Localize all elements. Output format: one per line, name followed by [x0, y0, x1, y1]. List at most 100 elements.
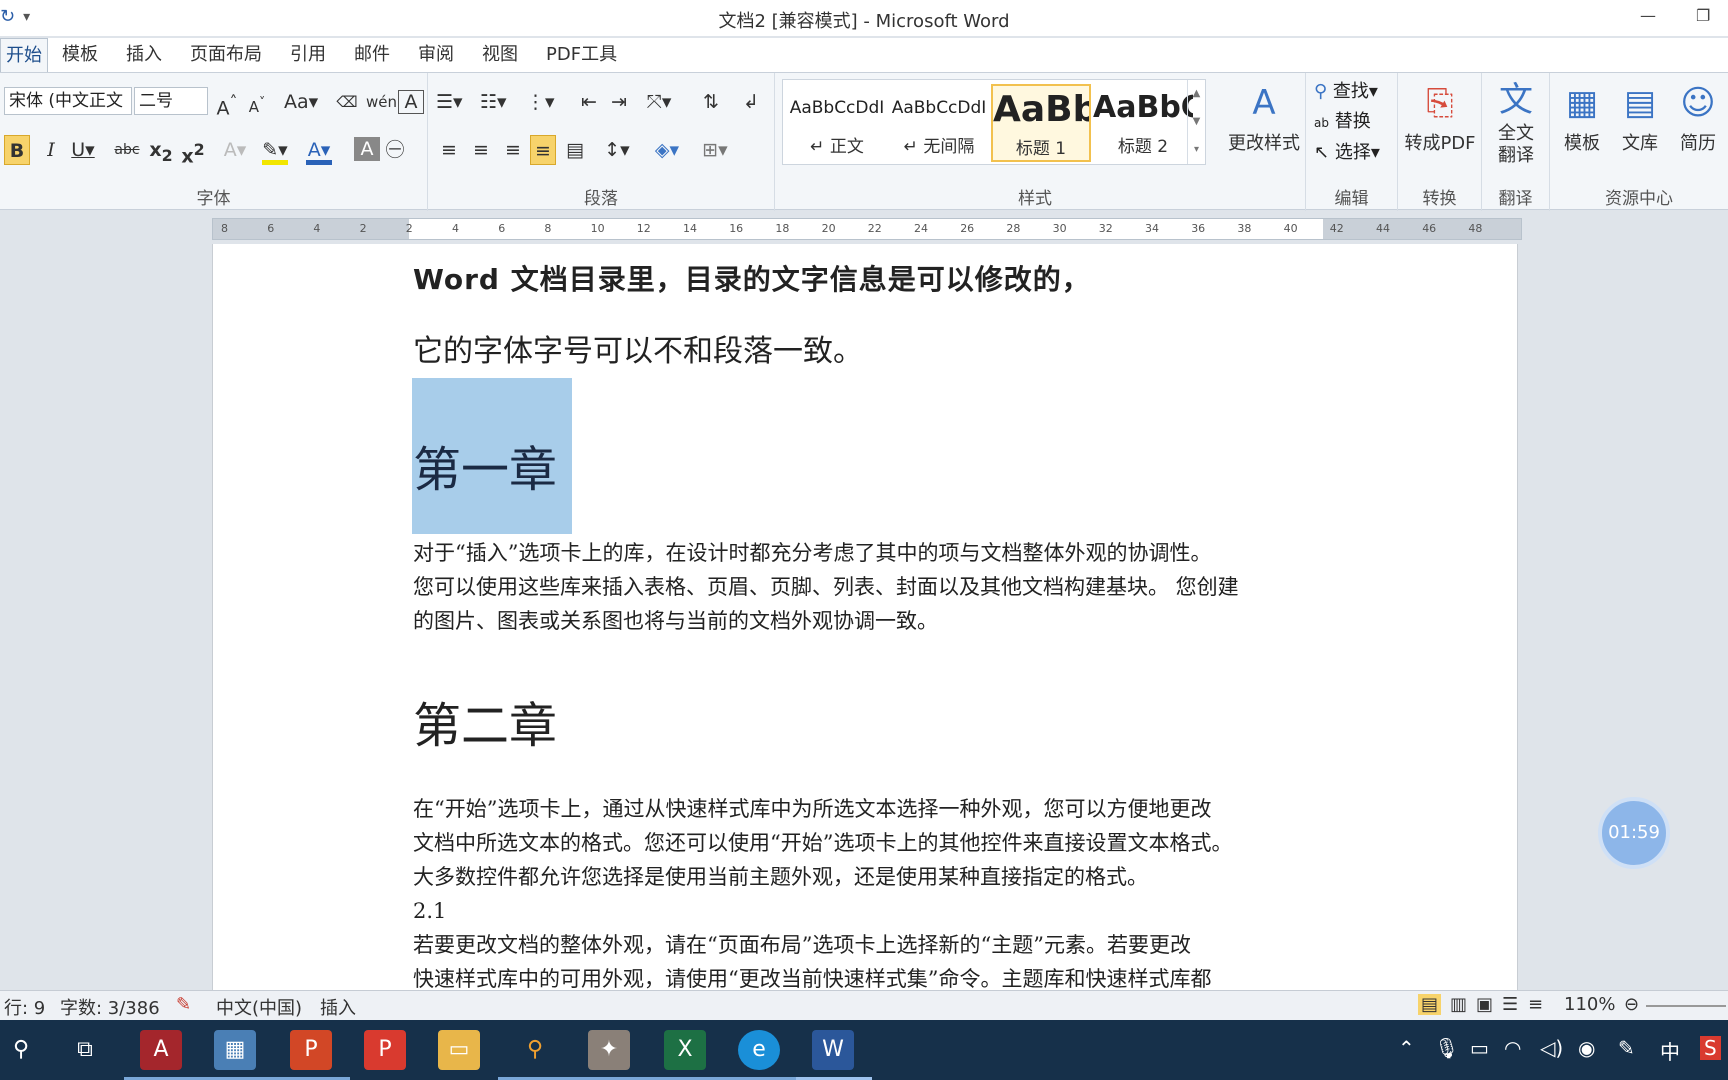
status-insert-mode[interactable]: 插入	[320, 994, 356, 1020]
timer-badge[interactable]: 01:59	[1598, 797, 1670, 869]
zoom-out-icon[interactable]: ⊖	[1624, 994, 1639, 1015]
tab-view[interactable]: 视图	[468, 38, 532, 72]
task-view-icon[interactable]: ⧉	[64, 1030, 106, 1070]
align-left-icon[interactable]: ≡	[436, 135, 462, 165]
translate-button[interactable]: 文 全文 翻译	[1486, 77, 1546, 167]
line-spacing-icon[interactable]: ↕▾	[604, 135, 630, 165]
file-explorer-icon[interactable]: ▭	[438, 1030, 480, 1070]
access-app-icon[interactable]: A	[140, 1030, 182, 1070]
tab-references[interactable]: 引用	[276, 38, 340, 72]
justify-icon[interactable]: ≡	[530, 135, 556, 165]
clear-format-icon[interactable]: ⌫	[334, 87, 360, 117]
style-normal[interactable]: AaBbCcDdI ↵ 正文	[787, 84, 887, 162]
font-name-select[interactable]: 宋体 (中文正文	[4, 87, 132, 115]
zoom-slider[interactable]	[1646, 1005, 1726, 1007]
tab-review[interactable]: 审阅	[404, 38, 468, 72]
library-button[interactable]: ▤ 文库	[1614, 77, 1666, 155]
volume-icon[interactable]: ◁)	[1540, 1036, 1563, 1060]
style-no-spacing[interactable]: AaBbCcDdI ↵ 无间隔	[889, 84, 989, 162]
powerpoint-app-icon[interactable]: P	[290, 1030, 332, 1070]
grow-font-icon[interactable]: A˄	[214, 87, 240, 119]
distributed-icon[interactable]: ▤	[562, 135, 588, 165]
chinese-layout-icon[interactable]: ⤧▾	[646, 87, 672, 117]
align-center-icon[interactable]: ≡	[468, 135, 494, 165]
shrink-font-icon[interactable]: A˅	[244, 87, 270, 117]
tab-insert[interactable]: 插入	[112, 38, 176, 72]
draft-icon[interactable]: ≡	[1528, 994, 1543, 1015]
minimize-button[interactable]: —	[1640, 6, 1656, 25]
edge-browser-icon[interactable]: e	[738, 1030, 780, 1070]
battery-icon[interactable]: ▭	[1470, 1036, 1489, 1060]
char-shading-icon[interactable]: A	[354, 137, 380, 161]
change-case-icon[interactable]: Aa▾	[284, 87, 318, 117]
show-marks-icon[interactable]: ↲	[738, 87, 764, 117]
increase-indent-icon[interactable]: ⇥	[606, 87, 632, 117]
sort-icon[interactable]: ⇅	[698, 87, 724, 117]
bold-icon[interactable]: B	[4, 135, 30, 165]
reading-layout-icon[interactable]: ▥	[1450, 994, 1467, 1015]
font-color-icon[interactable]: A▾	[306, 135, 332, 165]
multilevel-list-icon[interactable]: ⋮▾	[526, 87, 555, 117]
gallery-scroll[interactable]: ▲ ▼ ▾	[1187, 80, 1205, 164]
doc-line-1: Word 文档目录里，目录的文字信息是可以修改的，	[413, 263, 1091, 296]
strikethrough-icon[interactable]: abc	[114, 135, 140, 165]
replace-button[interactable]: ab 替换	[1314, 107, 1380, 138]
style-heading1[interactable]: AaBb 标题 1	[991, 84, 1091, 162]
change-styles-button[interactable]: A 更改样式	[1222, 77, 1306, 155]
search-tool-icon[interactable]: ⚲	[514, 1030, 556, 1070]
text-effects-icon[interactable]: A▾	[222, 135, 248, 165]
word-app-icon[interactable]: W	[812, 1030, 854, 1070]
superscript-icon[interactable]: x2	[180, 135, 206, 167]
tab-pdf-tools[interactable]: PDF工具	[532, 38, 631, 72]
proofing-icon[interactable]: ✎	[176, 994, 191, 1015]
ribbon-tabs: 开始 模板 插入 页面布局 引用 邮件 审阅 视图 PDF工具	[0, 38, 1728, 72]
borders-icon[interactable]: ⊞▾	[702, 135, 728, 165]
convert-pdf-button[interactable]: ⎘ 转成PDF	[1402, 77, 1478, 155]
highlight-icon[interactable]: ✎▾	[262, 135, 288, 165]
numbering-icon[interactable]: ☷▾	[480, 87, 507, 117]
tab-template[interactable]: 模板	[48, 38, 112, 72]
underline-icon[interactable]: U▾	[70, 135, 96, 165]
pen-icon[interactable]: ✎	[1618, 1036, 1635, 1060]
qq-icon[interactable]: ◉	[1578, 1036, 1595, 1060]
font-size-select[interactable]: 二号	[134, 87, 208, 115]
resume-button[interactable]: ☺ 简历	[1672, 77, 1724, 155]
char-border-icon[interactable]: A	[398, 90, 424, 114]
select-button[interactable]: ↖ 选择▾	[1314, 138, 1380, 168]
heading-chapter-2: 第二章	[413, 698, 558, 754]
subscript-icon[interactable]: x2	[148, 135, 174, 165]
enclose-char-icon[interactable]: ㊀	[382, 135, 408, 165]
tab-page-layout[interactable]: 页面布局	[176, 38, 276, 72]
status-line[interactable]: 行: 9	[4, 994, 45, 1020]
calculator-app-icon[interactable]: ▦	[214, 1030, 256, 1070]
restore-button[interactable]: ❐	[1696, 6, 1710, 25]
decrease-indent-icon[interactable]: ⇤	[576, 87, 602, 117]
bullets-icon[interactable]: ☰▾	[436, 87, 463, 117]
template-button[interactable]: ▦ 模板	[1556, 77, 1608, 155]
align-right-icon[interactable]: ≡	[500, 135, 526, 165]
tray-chevron-icon[interactable]: ⌃	[1398, 1036, 1415, 1060]
print-layout-icon[interactable]: ▤	[1418, 994, 1442, 1015]
pdf-app-icon[interactable]: P	[364, 1030, 406, 1070]
horizontal-ruler[interactable]: 8 6 4 2 2 4 6 8 10 12 14 16 18 20 22 24 26 28 30 32 34 36 38 40…	[212, 218, 1522, 240]
app-icon[interactable]: ✦	[588, 1030, 630, 1070]
status-words[interactable]: 字数: 3/386	[60, 994, 160, 1020]
tab-home[interactable]: 开始	[0, 38, 48, 72]
search-icon[interactable]: ⚲	[0, 1030, 42, 1070]
style-heading2[interactable]: AaBbC 标题 2	[1093, 84, 1193, 162]
phonetic-guide-icon[interactable]: wén	[366, 87, 397, 117]
shading-icon[interactable]: ◈▾	[654, 135, 680, 165]
italic-icon[interactable]: I	[38, 135, 64, 165]
find-button[interactable]: ⚲ 查找▾	[1314, 77, 1380, 107]
zoom-level[interactable]: 110%	[1564, 994, 1615, 1015]
wifi-icon[interactable]: ◠	[1504, 1036, 1521, 1060]
microphone-icon[interactable]: 🎙	[1434, 1036, 1459, 1060]
web-layout-icon[interactable]: ▣	[1476, 994, 1493, 1015]
tab-mailings[interactable]: 邮件	[340, 38, 404, 72]
ime-indicator[interactable]: 中	[1660, 1036, 1680, 1065]
sogou-ime-icon[interactable]: S	[1700, 1036, 1721, 1060]
excel-app-icon[interactable]: X	[664, 1030, 706, 1070]
status-language[interactable]: 中文(中国)	[216, 994, 302, 1020]
outline-icon[interactable]: ☰	[1502, 994, 1518, 1015]
document-page[interactable]: Word 文档目录里，目录的文字信息是可以修改的， 它的字体字号可以不和段落一致…	[212, 244, 1518, 990]
